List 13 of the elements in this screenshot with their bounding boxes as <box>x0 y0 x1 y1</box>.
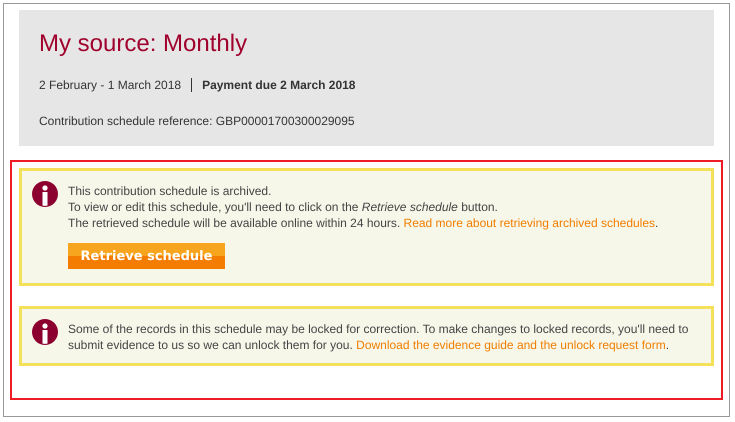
info-icon <box>32 181 58 207</box>
retrieve-button[interactable]: Retrieve schedule <box>68 243 225 269</box>
payment-due-text: Payment due 2 March 2018 <box>202 78 356 92</box>
alert-text: The retrieved schedule will be available online within 24 hours. Read more about retrieving archived schedules. <box>68 215 658 231</box>
page-title: My source: Monthly <box>39 30 248 58</box>
reference-text: Contribution schedule reference: GBP00001700300029095 <box>39 114 356 128</box>
alert-text: To view or edit this schedule, you'll need to click on the Retrieve schedule button. <box>68 199 499 215</box>
alert-text: This contribution schedule is archived. <box>68 183 272 199</box>
alert-text: Some of the records in this schedule may be locked for correction. To make changes to locked records, you'll need to submit evidence to us so we can unlock them for you. Download the evidence guide and the unlock request form. <box>68 321 690 353</box>
period-text: 2 February - 1 March 2018 <box>39 78 182 92</box>
info-icon <box>32 319 58 345</box>
alert-link[interactable]: Read more about retrieving archived schedules <box>404 216 656 230</box>
alert-link[interactable]: Download the evidence guide and the unlock request form <box>356 338 666 352</box>
